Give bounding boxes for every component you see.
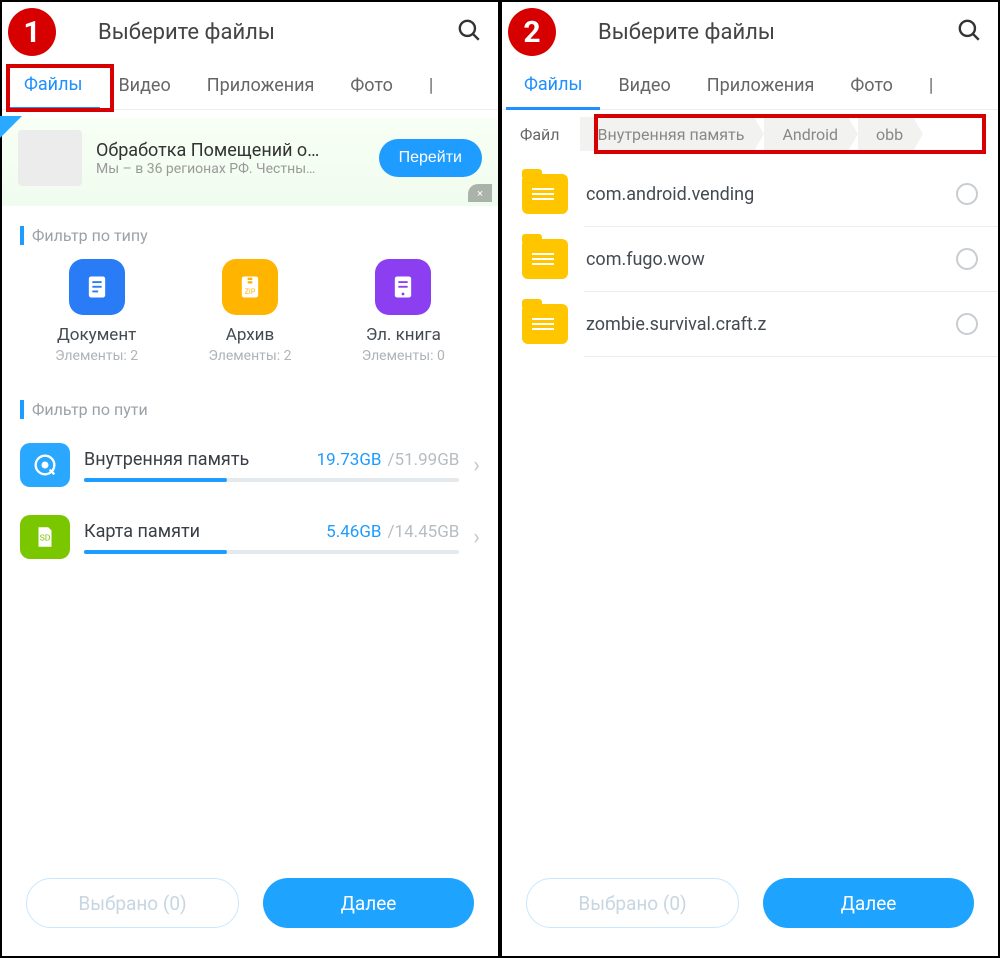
header: Выберите файлы — [2, 2, 498, 62]
pane-step-1: 1 Выберите файлы Файлы Видео Приложения … — [0, 0, 500, 958]
next-button[interactable]: Далее — [263, 878, 474, 928]
type-count: Элементы: 2 — [190, 348, 310, 364]
tab-video[interactable]: Видео — [100, 62, 188, 109]
search-icon[interactable] — [456, 17, 482, 47]
type-archive[interactable]: ZIP Архив Элементы: 2 — [190, 259, 310, 364]
step-badge-1: 1 — [8, 8, 56, 56]
storage-internal[interactable]: Внутренняя память 19.73GB /51.99GB › — [20, 433, 480, 505]
tabs: Файлы Видео Приложения Фото | — [502, 62, 998, 110]
sdcard-icon: SD — [20, 515, 70, 559]
tab-overflow[interactable]: | — [911, 62, 951, 109]
pane-step-2: 2 Выберите файлы Файлы Видео Приложения … — [500, 0, 1000, 958]
folder-icon — [522, 239, 568, 279]
tab-video[interactable]: Видео — [600, 62, 688, 109]
select-radio[interactable] — [956, 183, 978, 205]
section-filter-type: Фильтр по типу Документ Элементы: 2 ZIP … — [2, 214, 498, 388]
storage-bar-fill — [84, 550, 227, 554]
storage-name: Карта памяти — [84, 521, 200, 542]
ad-card[interactable]: Обработка Помещений о… Мы – в 36 региона… — [2, 118, 498, 206]
crumb-internal[interactable]: Внутренняя память — [580, 117, 755, 151]
ad-close-icon[interactable]: × — [468, 184, 492, 202]
selected-count-button[interactable]: Выбрано (0) — [26, 878, 239, 928]
tabs: Файлы Видео Приложения Фото | — [2, 62, 498, 110]
tab-apps[interactable]: Приложения — [689, 62, 833, 109]
svg-text:SD: SD — [40, 533, 51, 543]
select-radio[interactable] — [956, 313, 978, 335]
bottom-bar: Выбрано (0) Далее — [502, 862, 998, 956]
folder-name: com.fugo.wow — [586, 249, 938, 270]
select-radio[interactable] — [956, 248, 978, 270]
storage-bar — [84, 478, 459, 482]
folder-row[interactable]: com.android.vending — [502, 162, 998, 226]
svg-text:ZIP: ZIP — [245, 288, 256, 296]
ad-thumbnail — [18, 130, 82, 186]
ad-body: Обработка Помещений о… Мы – в 36 региона… — [96, 140, 365, 177]
archive-icon: ZIP — [222, 259, 278, 315]
section-filter-path: Фильтр по пути Внутренняя память 19.73GB… — [2, 388, 498, 583]
crumb-android[interactable]: Android — [764, 117, 848, 151]
folder-name: com.android.vending — [586, 184, 938, 205]
header: Выберите файлы — [502, 2, 998, 62]
search-icon[interactable] — [956, 17, 982, 47]
type-document[interactable]: Документ Элементы: 2 — [37, 259, 157, 364]
type-ebook[interactable]: Эл. книга Элементы: 0 — [343, 259, 463, 364]
folder-icon — [522, 304, 568, 344]
folder-row[interactable]: com.fugo.wow — [502, 227, 998, 291]
storage-total: /14.45GB — [388, 522, 460, 542]
section-title-type: Фильтр по типу — [20, 226, 480, 245]
storage-used: 19.73GB — [317, 450, 382, 470]
page-title: Выберите файлы — [98, 20, 456, 45]
type-count: Элементы: 0 — [343, 348, 463, 364]
tab-files[interactable]: Файлы — [6, 63, 100, 110]
storage-name: Внутренняя память — [84, 449, 249, 470]
tab-files[interactable]: Файлы — [506, 63, 600, 110]
ad-corner-icon — [0, 116, 22, 138]
storage-total: /51.99GB — [388, 450, 460, 470]
type-count: Элементы: 2 — [37, 348, 157, 364]
tab-photo[interactable]: Фото — [832, 62, 911, 109]
section-title-path: Фильтр по пути — [20, 400, 480, 419]
bottom-bar: Выбрано (0) Далее — [2, 862, 498, 956]
chevron-right-icon: › — [473, 453, 480, 478]
storage-used: 5.46GB — [326, 522, 381, 542]
type-label: Эл. книга — [343, 325, 463, 345]
type-label: Документ — [37, 325, 157, 345]
ad-subtitle: Мы – в 36 регионах РФ. Честны… — [96, 161, 365, 177]
tab-apps[interactable]: Приложения — [189, 62, 333, 109]
crumb-obb[interactable]: obb — [858, 117, 913, 151]
type-label: Архив — [190, 325, 310, 345]
storage-bar-fill — [84, 478, 227, 482]
folder-icon — [522, 174, 568, 214]
tab-overflow[interactable]: | — [411, 62, 451, 109]
document-icon — [69, 259, 125, 315]
ebook-icon — [375, 259, 431, 315]
folder-row[interactable]: zombie.survival.craft.z — [502, 292, 998, 356]
folder-name: zombie.survival.craft.z — [586, 314, 938, 335]
storage-bar — [84, 550, 459, 554]
folder-list: com.android.vending com.fugo.wow zombie.… — [502, 158, 998, 361]
chevron-right-icon: › — [473, 525, 480, 550]
step-badge-2: 2 — [508, 8, 556, 56]
ad-go-button[interactable]: Перейти — [379, 139, 482, 177]
breadcrumb: Файл Внутренняя память Android obb — [502, 110, 998, 158]
selected-count-button[interactable]: Выбрано (0) — [526, 878, 739, 928]
ad-title: Обработка Помещений о… — [96, 140, 365, 161]
hdd-icon — [20, 443, 70, 487]
crumb-root[interactable]: Файл — [510, 117, 570, 151]
storage-sdcard[interactable]: SD Карта памяти 5.46GB /14.45GB › — [20, 505, 480, 577]
tab-photo[interactable]: Фото — [332, 62, 411, 109]
page-title: Выберите файлы — [598, 20, 956, 45]
next-button[interactable]: Далее — [763, 878, 974, 928]
